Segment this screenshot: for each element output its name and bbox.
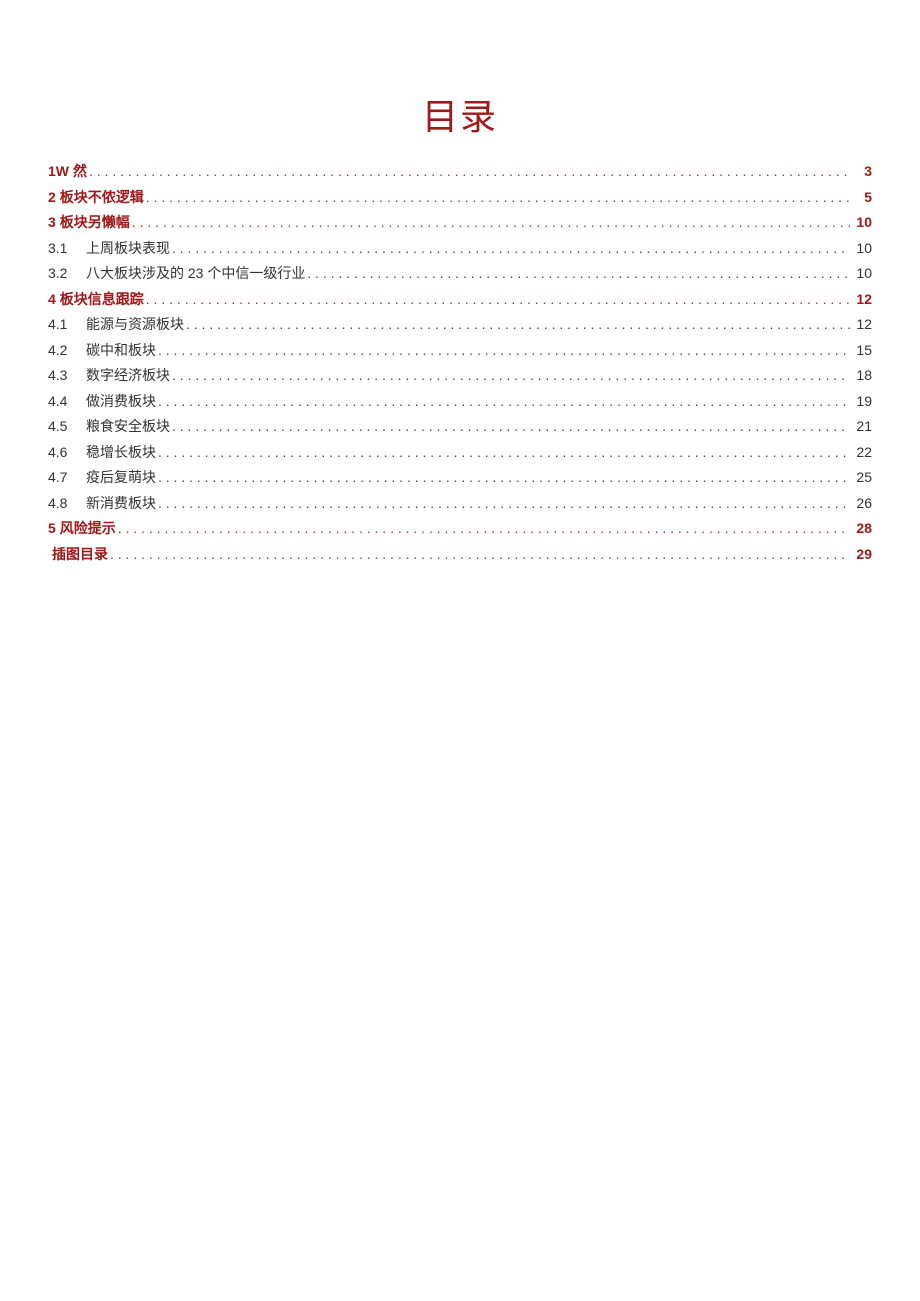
- toc-entry-page: 29: [852, 547, 872, 561]
- toc-entry[interactable]: 4.3 数字经济板块 18: [48, 368, 872, 382]
- toc-entry[interactable]: 4.2 碳中和板块 15: [48, 343, 872, 357]
- toc-entry-page: 26: [852, 496, 872, 510]
- toc-entry-page: 15: [852, 343, 872, 357]
- toc-entry-page: 10: [852, 215, 872, 229]
- toc-entry-number: 4.4: [48, 394, 78, 408]
- toc-entry-text: 新消费板块: [86, 496, 156, 510]
- toc-entry-text: 板块信息跟踪: [60, 292, 144, 306]
- toc-entry[interactable]: 4.7 疫后复萌块 25: [48, 470, 872, 484]
- toc-entry-text: 做消费板块: [86, 394, 156, 408]
- toc-entry[interactable]: 4.4 做消费板块 19: [48, 394, 872, 408]
- toc-entry-text: 八大板块涉及的 23 个中信一级行业: [86, 266, 305, 280]
- toc-entry-page: 3: [852, 164, 872, 178]
- toc-leader-dots: [146, 190, 850, 204]
- toc-entry-number: 4.8: [48, 496, 78, 510]
- toc-entry-number: 4.2: [48, 343, 78, 357]
- toc-entry-number: 1W: [48, 164, 69, 178]
- toc-leader-dots: [186, 317, 850, 331]
- toc-leader-dots: [158, 470, 850, 484]
- toc-entry[interactable]: 4.1 能源与资源板块 12: [48, 317, 872, 331]
- toc-leader-dots: [158, 496, 850, 510]
- toc-leader-dots: [118, 521, 850, 535]
- toc-leader-dots: [89, 164, 850, 178]
- toc-entry-number: 3: [48, 215, 56, 229]
- toc-entry-text: 粮食安全板块: [86, 419, 170, 433]
- toc-entry-text: 稳增长板块: [86, 445, 156, 459]
- toc-title: 目录: [48, 88, 872, 140]
- toc-entry-text: 然: [73, 164, 87, 178]
- toc-entry-number: 3.2: [48, 266, 78, 280]
- toc-entry-page: 28: [852, 521, 872, 535]
- toc-entry-text: 上周板块表现: [86, 241, 170, 255]
- toc-entry-page: 12: [852, 292, 872, 306]
- toc-entry[interactable]: 1W 然 3: [48, 164, 872, 178]
- toc-entry-text: 能源与资源板块: [86, 317, 184, 331]
- toc-leader-dots: [146, 292, 850, 306]
- toc-entry-page: 10: [852, 241, 872, 255]
- toc-leader-dots: [110, 547, 850, 561]
- toc-entry[interactable]: 5 风险提示 28: [48, 521, 872, 535]
- toc-entry-page: 21: [852, 419, 872, 433]
- toc-entry-text: 板块另懒幅: [60, 215, 130, 229]
- toc-leader-dots: [158, 445, 850, 459]
- toc-entry[interactable]: 3.1 上周板块表现 10: [48, 241, 872, 255]
- toc-leader-dots: [172, 419, 850, 433]
- toc-entry-page: 12: [852, 317, 872, 331]
- toc-entry[interactable]: 4 板块信息跟踪 12: [48, 292, 872, 306]
- toc-entry[interactable]: 3 板块另懒幅 10: [48, 215, 872, 229]
- toc-entry-page: 25: [852, 470, 872, 484]
- toc-leader-dots: [172, 368, 850, 382]
- toc-entry-page: 18: [852, 368, 872, 382]
- toc-entry-number: 4.7: [48, 470, 78, 484]
- toc-entry-number: 4: [48, 292, 56, 306]
- toc-entry-number: 3.1: [48, 241, 78, 255]
- toc-entry-page: 5: [852, 190, 872, 204]
- toc-entry-text: 碳中和板块: [86, 343, 156, 357]
- table-of-contents: 1W 然 3 2 板块不侬逻辑 5 3 板块另懒幅 10 3.1 上周板块表现 10 3.2 八大板块涉及…: [48, 164, 872, 561]
- toc-leader-dots: [158, 343, 850, 357]
- toc-leader-dots: [172, 241, 850, 255]
- toc-leader-dots: [158, 394, 850, 408]
- toc-entry-page: 10: [852, 266, 872, 280]
- toc-entry[interactable]: 4.6 稳增长板块 22: [48, 445, 872, 459]
- toc-entry[interactable]: 4.8 新消费板块 26: [48, 496, 872, 510]
- toc-entry[interactable]: 3.2 八大板块涉及的 23 个中信一级行业 10: [48, 266, 872, 280]
- toc-entry[interactable]: 4.5 粮食安全板块 21: [48, 419, 872, 433]
- toc-entry-number: 4.5: [48, 419, 78, 433]
- toc-entry-text: 疫后复萌块: [86, 470, 156, 484]
- toc-entry-text: 数字经济板块: [86, 368, 170, 382]
- toc-entry-text: 风险提示: [60, 521, 116, 535]
- toc-entry-number: 5: [48, 521, 56, 535]
- toc-entry-number: 2: [48, 190, 56, 204]
- toc-entry-number: 4.1: [48, 317, 78, 331]
- toc-leader-dots: [307, 266, 850, 280]
- toc-entry-text: 插图目录: [52, 547, 108, 561]
- toc-entry[interactable]: 2 板块不侬逻辑 5: [48, 190, 872, 204]
- toc-entry-text: 板块不侬逻辑: [60, 190, 144, 204]
- toc-leader-dots: [132, 215, 850, 229]
- toc-entry-page: 19: [852, 394, 872, 408]
- toc-entry-number: 4.3: [48, 368, 78, 382]
- toc-entry-page: 22: [852, 445, 872, 459]
- toc-entry[interactable]: 插图目录 29: [48, 547, 872, 561]
- toc-entry-number: 4.6: [48, 445, 78, 459]
